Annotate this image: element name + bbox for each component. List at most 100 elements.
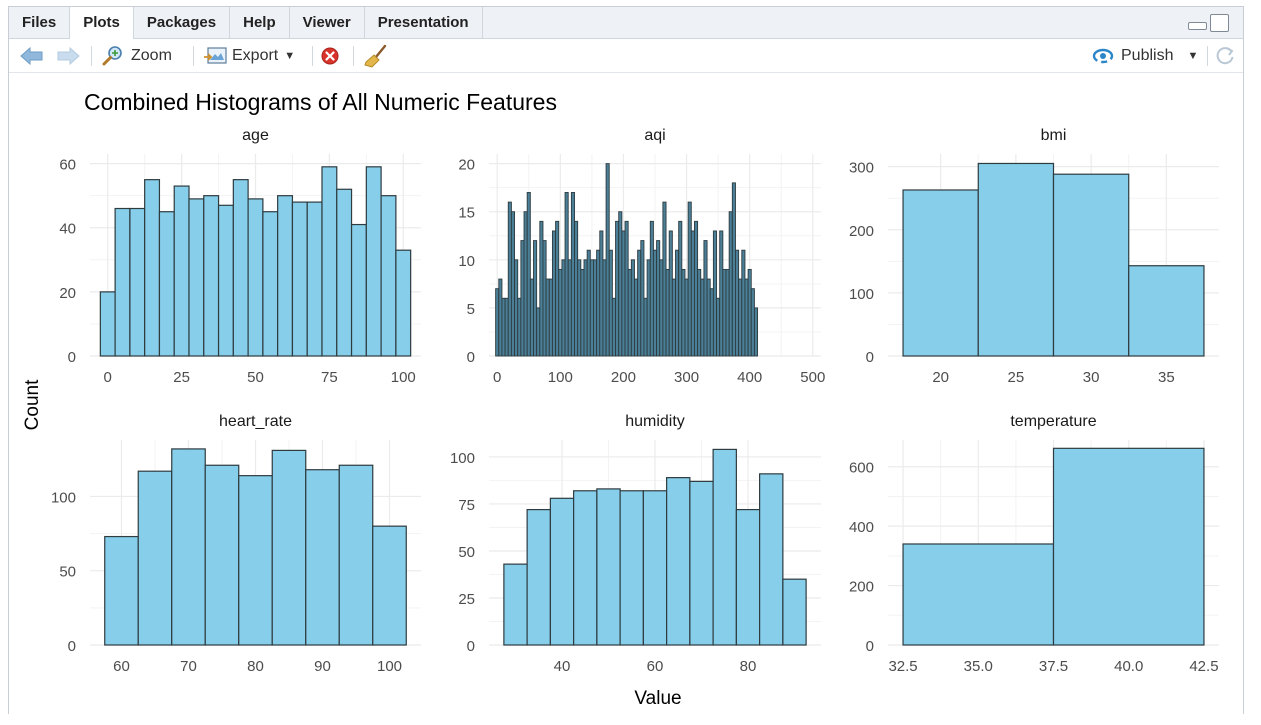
histogram-bar	[551, 230, 557, 357]
facet-panel-bmi: bmi 0 100 200 300 20 25 30 35	[849, 127, 1219, 386]
histogram-bar	[697, 268, 702, 357]
histogram-bar	[712, 448, 737, 646]
y-tick-label: 100	[450, 450, 475, 467]
histogram-bar	[619, 490, 644, 646]
histogram-bar	[593, 259, 598, 357]
histogram-bar	[689, 480, 714, 646]
export-button[interactable]: Export ▼	[203, 43, 295, 69]
facet-panel-humidity: humidity 0 25 50 75 100 40 60 80	[450, 413, 821, 675]
histogram-bar	[630, 259, 635, 357]
x-tick-label: 100	[377, 658, 402, 675]
histogram-bar	[158, 211, 175, 357]
zoom-button[interactable]: Zoom	[101, 43, 172, 69]
histogram-bar	[306, 201, 323, 357]
pane-tab-bar: Files Plots Packages Help Viewer Present…	[9, 7, 1243, 39]
tab-packages[interactable]: Packages	[134, 7, 231, 38]
histogram-bar	[649, 220, 654, 357]
facet-title: bmi	[1041, 127, 1067, 144]
histogram-bar	[336, 188, 353, 357]
histogram-bar	[365, 166, 382, 357]
histogram-bar	[646, 259, 651, 357]
y-tick-label: 0	[866, 638, 874, 655]
x-tick-label: 37.5	[1039, 658, 1068, 675]
facet-title: humidity	[625, 413, 685, 430]
histogram-bar	[204, 464, 240, 646]
y-tick-label: 20	[458, 157, 475, 174]
y-tick-label: 600	[849, 460, 874, 477]
back-button[interactable]	[19, 43, 45, 69]
histogram-bar	[753, 307, 759, 357]
histogram-bar	[589, 259, 594, 357]
x-tick-label: 40	[554, 658, 571, 675]
minimize-pane-button[interactable]	[1188, 22, 1207, 30]
plots-toolbar: Zoom Export ▼ Publish ▼	[9, 39, 1243, 73]
histogram-bar	[671, 278, 676, 357]
histogram-bar	[545, 278, 550, 357]
histogram-bar	[510, 211, 516, 357]
y-tick-label: 400	[849, 519, 874, 536]
histogram-bar	[561, 259, 566, 357]
facet-panel-temperature: temperature 0 200 400 600 32.5 35.0 37.5 40.0 42.…	[849, 413, 1219, 675]
histogram-bar	[129, 207, 146, 357]
histogram-bar	[608, 249, 613, 357]
histogram-bar	[596, 249, 601, 357]
histogram-bar	[372, 525, 407, 646]
publish-button[interactable]: Publish ▼	[1091, 43, 1198, 69]
histogram-bar	[687, 201, 692, 357]
clear-all-plots-button[interactable]	[363, 43, 389, 69]
forward-button[interactable]	[55, 43, 81, 69]
x-tick-label: 80	[247, 658, 264, 675]
histogram-bar	[507, 201, 512, 357]
y-tick-label: 15	[458, 205, 475, 222]
histogram-bar	[735, 249, 740, 357]
x-tick-label: 75	[321, 369, 338, 386]
y-tick-label: 0	[68, 349, 76, 366]
histogram-bar	[684, 278, 689, 357]
histogram-bar	[728, 211, 733, 357]
histogram-bar	[668, 230, 673, 357]
histogram-bar	[709, 288, 714, 357]
histogram-bar	[583, 259, 588, 357]
y-tick-label: 10	[458, 253, 475, 270]
x-tick-label: 90	[314, 658, 331, 675]
histogram-bar	[247, 198, 264, 357]
tab-viewer[interactable]: Viewer	[290, 7, 365, 38]
histogram-bar	[738, 278, 743, 357]
histogram-bar	[621, 230, 626, 357]
remove-plot-button[interactable]	[320, 43, 340, 69]
histogram-bar	[495, 288, 500, 357]
facet-panel-age: age 0 20 40 60 0 25 50 75 100	[59, 127, 421, 386]
histogram-bar	[533, 240, 538, 357]
histogram-bar	[291, 201, 308, 357]
histogram-bar	[747, 268, 752, 357]
refresh-button[interactable]	[1214, 43, 1236, 69]
histogram-bar	[305, 469, 340, 646]
histogram-bar	[735, 508, 761, 646]
histogram-bar	[681, 268, 686, 357]
histogram-bar	[759, 473, 784, 646]
tab-files[interactable]: Files	[9, 7, 71, 38]
histogram-bar	[380, 195, 397, 357]
histogram-bar	[703, 240, 708, 357]
tab-help[interactable]: Help	[230, 7, 290, 38]
x-tick-label: 0	[493, 369, 501, 386]
maximize-pane-button[interactable]	[1210, 14, 1229, 32]
chevron-down-icon: ▼	[1187, 50, 1199, 62]
facet-title: age	[242, 127, 269, 144]
facet-title: aqi	[644, 127, 665, 144]
y-tick-label: 0	[467, 638, 475, 655]
histogram-bar	[618, 211, 623, 357]
x-tick-label: 400	[737, 369, 762, 386]
clear-broom-icon	[364, 44, 387, 68]
histogram-bar	[501, 297, 506, 357]
histogram-bar	[574, 220, 579, 357]
tab-plots[interactable]: Plots	[70, 7, 134, 39]
histogram-bar	[744, 278, 749, 357]
y-tick-label: 60	[59, 157, 76, 174]
histogram-bar	[171, 448, 206, 646]
histogram-bar	[570, 192, 575, 357]
histogram-bar	[1052, 173, 1130, 357]
histogram-bar	[277, 195, 294, 357]
tab-presentation[interactable]: Presentation	[365, 7, 483, 38]
histogram-bar	[137, 470, 173, 646]
